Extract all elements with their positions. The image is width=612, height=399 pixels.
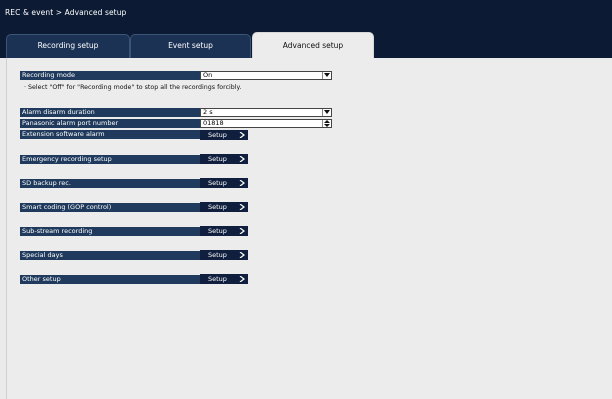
sd-backup-label: SD backup rec. [20, 179, 203, 188]
chevron-right-icon [239, 156, 245, 162]
setup-button-label: Setup [208, 203, 227, 211]
recording-mode-value: On [203, 71, 213, 79]
other-setup-button[interactable]: Setup [200, 274, 248, 284]
chevron-right-icon [239, 180, 245, 186]
other-setup-label: Other setup [20, 275, 203, 284]
spinner-icon[interactable] [322, 120, 331, 127]
chevron-down-icon[interactable] [322, 72, 331, 79]
sub-stream-setup-button[interactable]: Setup [200, 226, 248, 236]
tab-event-setup[interactable]: Event setup [130, 34, 251, 58]
extension-alarm-label: Extension software alarm [20, 130, 203, 139]
alarm-port-label: Panasonic alarm port number [20, 119, 203, 128]
setup-button-label: Setup [208, 275, 227, 283]
recording-mode-label: Recording mode [20, 71, 203, 80]
alarm-port-value: 01818 [203, 119, 224, 127]
breadcrumb: REC & event > Advanced setup [5, 8, 127, 17]
extension-alarm-setup-button[interactable]: Setup [200, 130, 248, 140]
alarm-port-stepper[interactable]: 01818 [200, 119, 332, 128]
setup-button-label: Setup [208, 179, 227, 187]
special-days-label: Special days [20, 251, 203, 260]
header-bar: REC & event > Advanced setup Recording s… [0, 0, 612, 59]
chevron-down-icon[interactable] [322, 109, 331, 116]
chevron-right-icon [239, 276, 245, 282]
settings-panel: Recording mode On · Select "Off" for "Re… [6, 58, 612, 399]
sub-stream-label: Sub-stream recording [20, 227, 203, 236]
tab-recording-setup[interactable]: Recording setup [6, 34, 130, 58]
setup-button-label: Setup [208, 227, 227, 235]
chevron-right-icon [239, 204, 245, 210]
sd-backup-setup-button[interactable]: Setup [200, 178, 248, 188]
chevron-right-icon [239, 132, 245, 138]
alarm-disarm-select[interactable]: 2 s [200, 108, 332, 117]
chevron-right-icon [239, 252, 245, 258]
special-days-setup-button[interactable]: Setup [200, 250, 248, 260]
app-window: REC & event > Advanced setup Recording s… [0, 0, 612, 399]
setup-button-label: Setup [208, 131, 227, 139]
recording-mode-select[interactable]: On [200, 71, 332, 80]
alarm-disarm-label: Alarm disarm duration [20, 108, 203, 117]
alarm-disarm-value: 2 s [203, 108, 213, 116]
chevron-right-icon [239, 228, 245, 234]
setup-button-label: Setup [208, 251, 227, 259]
smart-coding-label: Smart coding (GOP control) [20, 203, 203, 212]
emergency-recording-setup-button[interactable]: Setup [200, 154, 248, 164]
setup-button-label: Setup [208, 155, 227, 163]
tab-advanced-setup[interactable]: Advanced setup [252, 32, 374, 59]
smart-coding-setup-button[interactable]: Setup [200, 202, 248, 212]
recording-mode-note: · Select "Off" for "Recording mode" to s… [24, 84, 242, 91]
emergency-recording-label: Emergency recording setup [20, 155, 203, 164]
